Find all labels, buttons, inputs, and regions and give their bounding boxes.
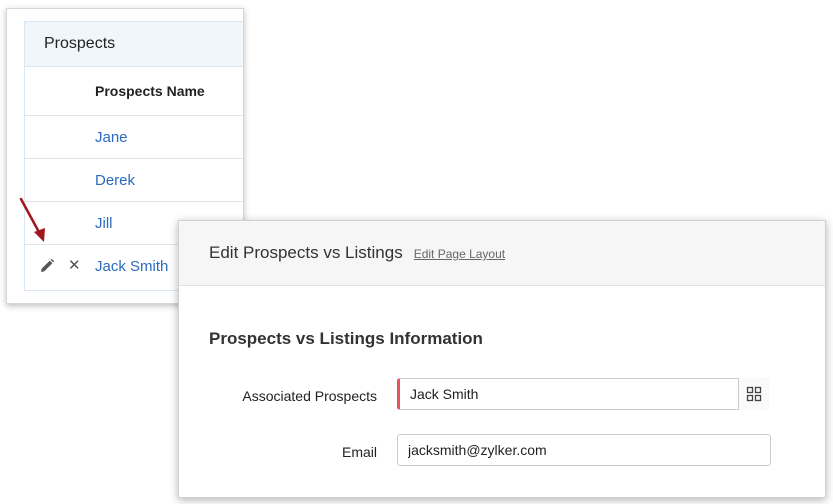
section-title: Prospects vs Listings Information: [209, 329, 483, 348]
associated-prospects-input[interactable]: [397, 378, 769, 410]
edit-panel-header: Edit Prospects vs Listings Edit Page Lay…: [179, 221, 825, 286]
pencil-icon[interactable]: [39, 258, 55, 274]
edit-prospects-panel: Edit Prospects vs Listings Edit Page Lay…: [178, 220, 826, 498]
prospect-link-jack-smith[interactable]: Jack Smith: [95, 258, 168, 275]
list-item: Derek: [25, 159, 243, 202]
prospect-link-derek[interactable]: Derek: [95, 172, 135, 189]
lookup-icon[interactable]: [738, 378, 769, 410]
prospect-link-jill[interactable]: Jill: [95, 215, 113, 232]
email-field[interactable]: [397, 434, 771, 466]
email-label: Email: [341, 444, 377, 460]
prospects-panel-title: Prospects: [25, 22, 243, 67]
annotation-arrow-icon: [19, 197, 45, 242]
edit-page-layout-link[interactable]: Edit Page Layout: [414, 247, 505, 261]
prospect-link-jane[interactable]: Jane: [95, 129, 128, 146]
close-icon[interactable]: ✕: [68, 256, 81, 274]
column-header-prospects-name: Prospects Name: [25, 67, 243, 116]
list-item: Jane: [25, 116, 243, 159]
associated-prospects-label: Associated Prospects: [242, 388, 377, 404]
edit-panel-title: Edit Prospects vs Listings: [209, 243, 403, 262]
